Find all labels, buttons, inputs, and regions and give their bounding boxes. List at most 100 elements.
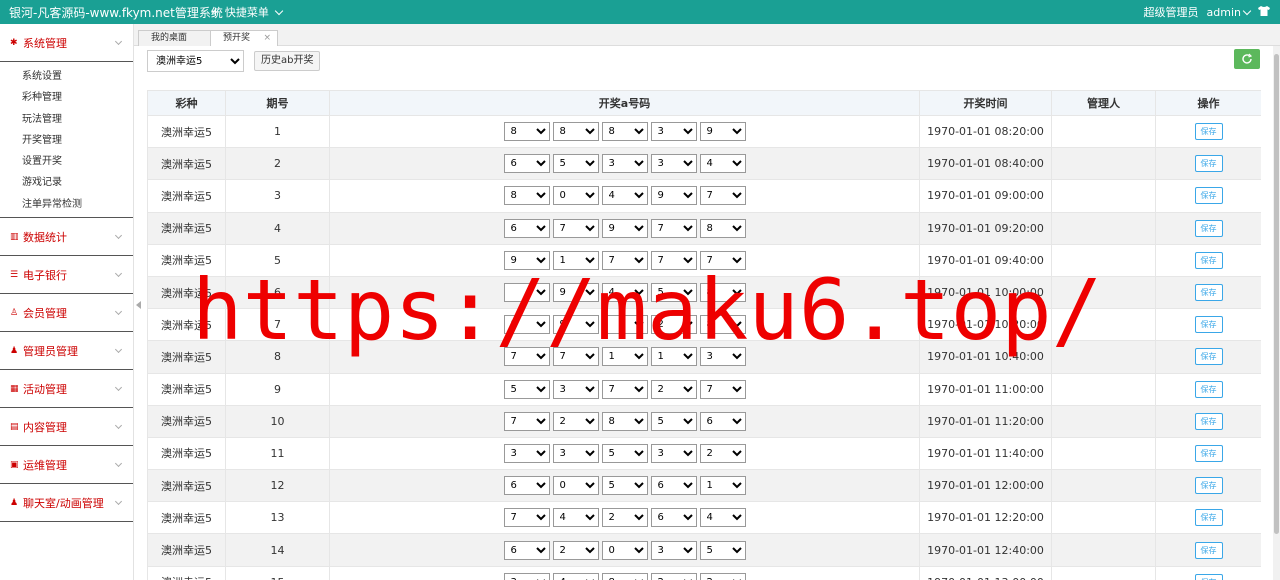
- code-select[interactable]: 7: [552, 347, 599, 367]
- lottery-select[interactable]: 澳洲幸运5: [147, 50, 244, 72]
- code-select[interactable]: 6: [650, 476, 697, 496]
- code-select[interactable]: 6: [699, 411, 746, 431]
- sidebar-item[interactable]: 开奖管理: [0, 130, 133, 151]
- save-button[interactable]: 保存: [1194, 541, 1223, 559]
- quick-menu[interactable]: + 快捷菜单: [210, 4, 284, 20]
- sidebar-item[interactable]: 注单异常检测: [0, 194, 133, 215]
- code-select[interactable]: 8: [699, 283, 746, 303]
- sidebar-group-1[interactable]: ▥ 数据统计: [0, 218, 133, 257]
- sidebar-item[interactable]: 游戏记录: [0, 172, 133, 193]
- code-select[interactable]: 4: [601, 283, 648, 303]
- code-select[interactable]: 3: [601, 154, 648, 174]
- code-select[interactable]: 7: [503, 347, 550, 367]
- code-select[interactable]: 9: [552, 315, 599, 335]
- code-select[interactable]: 3: [552, 379, 599, 399]
- code-select[interactable]: 1: [552, 250, 599, 270]
- sidebar-item[interactable]: 系统设置: [0, 66, 133, 87]
- code-select[interactable]: 7: [650, 218, 697, 238]
- save-button[interactable]: 保存: [1194, 123, 1223, 141]
- code-select[interactable]: 4: [699, 154, 746, 174]
- code-select[interactable]: 1: [601, 347, 648, 367]
- save-button[interactable]: 保存: [1194, 316, 1223, 334]
- code-select[interactable]: 7: [552, 218, 599, 238]
- code-select[interactable]: [503, 283, 550, 303]
- code-select[interactable]: 3: [503, 572, 550, 580]
- code-select[interactable]: 9: [552, 283, 599, 303]
- sidebar-group-4[interactable]: ♟ 管理员管理: [0, 332, 133, 371]
- skin-icon[interactable]: [1258, 5, 1270, 19]
- save-button[interactable]: 保存: [1194, 412, 1223, 430]
- code-select[interactable]: 6: [650, 508, 697, 528]
- code-select[interactable]: 2: [699, 443, 746, 463]
- code-select[interactable]: 7: [699, 186, 746, 206]
- code-select[interactable]: 7: [650, 250, 697, 270]
- save-button[interactable]: 保存: [1194, 348, 1223, 366]
- code-select[interactable]: 3: [650, 122, 697, 142]
- code-select[interactable]: 4: [699, 508, 746, 528]
- code-select[interactable]: 2: [699, 572, 746, 580]
- save-button[interactable]: 保存: [1194, 219, 1223, 237]
- code-select[interactable]: 2: [650, 379, 697, 399]
- code-select[interactable]: 1: [650, 347, 697, 367]
- code-select[interactable]: 3: [650, 443, 697, 463]
- sidebar-item[interactable]: 玩法管理: [0, 109, 133, 130]
- code-select[interactable]: 5: [699, 540, 746, 560]
- code-select[interactable]: 2: [650, 572, 697, 580]
- sidebar-group-3[interactable]: ♙ 会员管理: [0, 294, 133, 333]
- code-select[interactable]: 9: [601, 218, 648, 238]
- tab-pre-draw[interactable]: 预开奖 ×: [210, 30, 278, 46]
- code-select[interactable]: 1: [699, 476, 746, 496]
- code-select[interactable]: 6: [503, 218, 550, 238]
- save-button[interactable]: 保存: [1194, 573, 1223, 580]
- sidebar-item[interactable]: 彩种管理: [0, 87, 133, 108]
- code-select[interactable]: 8: [601, 411, 648, 431]
- save-button[interactable]: 保存: [1194, 380, 1223, 398]
- code-select[interactable]: 0: [601, 540, 648, 560]
- sidebar-group-8[interactable]: ♟ 聊天室/动画管理: [0, 484, 133, 523]
- code-select[interactable]: 4: [552, 572, 599, 580]
- save-button[interactable]: 保存: [1194, 477, 1223, 495]
- code-select[interactable]: [601, 315, 648, 335]
- sidebar-group-2[interactable]: ☰ 电子银行: [0, 256, 133, 295]
- code-select[interactable]: 7: [601, 379, 648, 399]
- code-select[interactable]: 6: [503, 154, 550, 174]
- code-select[interactable]: 7: [699, 250, 746, 270]
- tab-desktop[interactable]: 我的桌面: [138, 30, 212, 46]
- code-select[interactable]: 6: [503, 476, 550, 496]
- code-select[interactable]: 2: [552, 540, 599, 560]
- vertical-scrollbar[interactable]: [1273, 46, 1280, 580]
- code-select[interactable]: 3: [552, 443, 599, 463]
- save-button[interactable]: 保存: [1194, 251, 1223, 269]
- refresh-button[interactable]: [1234, 49, 1260, 69]
- code-select[interactable]: 2: [552, 411, 599, 431]
- code-select[interactable]: 5: [601, 443, 648, 463]
- code-select[interactable]: 0: [552, 186, 599, 206]
- code-select[interactable]: 3: [650, 540, 697, 560]
- close-icon[interactable]: ×: [263, 31, 271, 46]
- code-select[interactable]: 8: [503, 122, 550, 142]
- code-select[interactable]: 5: [650, 411, 697, 431]
- code-select[interactable]: 8: [601, 572, 648, 580]
- code-select[interactable]: 2: [601, 508, 648, 528]
- user-menu[interactable]: admin: [1207, 6, 1252, 19]
- sidebar-item[interactable]: 设置开奖: [0, 151, 133, 172]
- save-button[interactable]: 保存: [1194, 155, 1223, 173]
- sidebar-group-0[interactable]: ✱ 系统管理: [0, 24, 133, 62]
- code-select[interactable]: 9: [650, 186, 697, 206]
- code-select[interactable]: 2: [650, 315, 697, 335]
- code-select[interactable]: 7: [601, 250, 648, 270]
- code-select[interactable]: 5: [552, 154, 599, 174]
- code-select[interactable]: 5: [650, 283, 697, 303]
- code-select[interactable]: 5: [503, 379, 550, 399]
- code-select[interactable]: 7: [503, 411, 550, 431]
- code-select[interactable]: 8: [601, 122, 648, 142]
- code-select[interactable]: 8: [699, 315, 746, 335]
- code-select[interactable]: 0: [552, 476, 599, 496]
- code-select[interactable]: 5: [601, 476, 648, 496]
- sidebar-collapse-toggle[interactable]: [134, 290, 142, 320]
- save-button[interactable]: 保存: [1194, 444, 1223, 462]
- code-select[interactable]: 4: [601, 186, 648, 206]
- sidebar-group-7[interactable]: ▣ 运维管理: [0, 446, 133, 485]
- code-select[interactable]: 8: [552, 122, 599, 142]
- sidebar-group-5[interactable]: ▦ 活动管理: [0, 370, 133, 409]
